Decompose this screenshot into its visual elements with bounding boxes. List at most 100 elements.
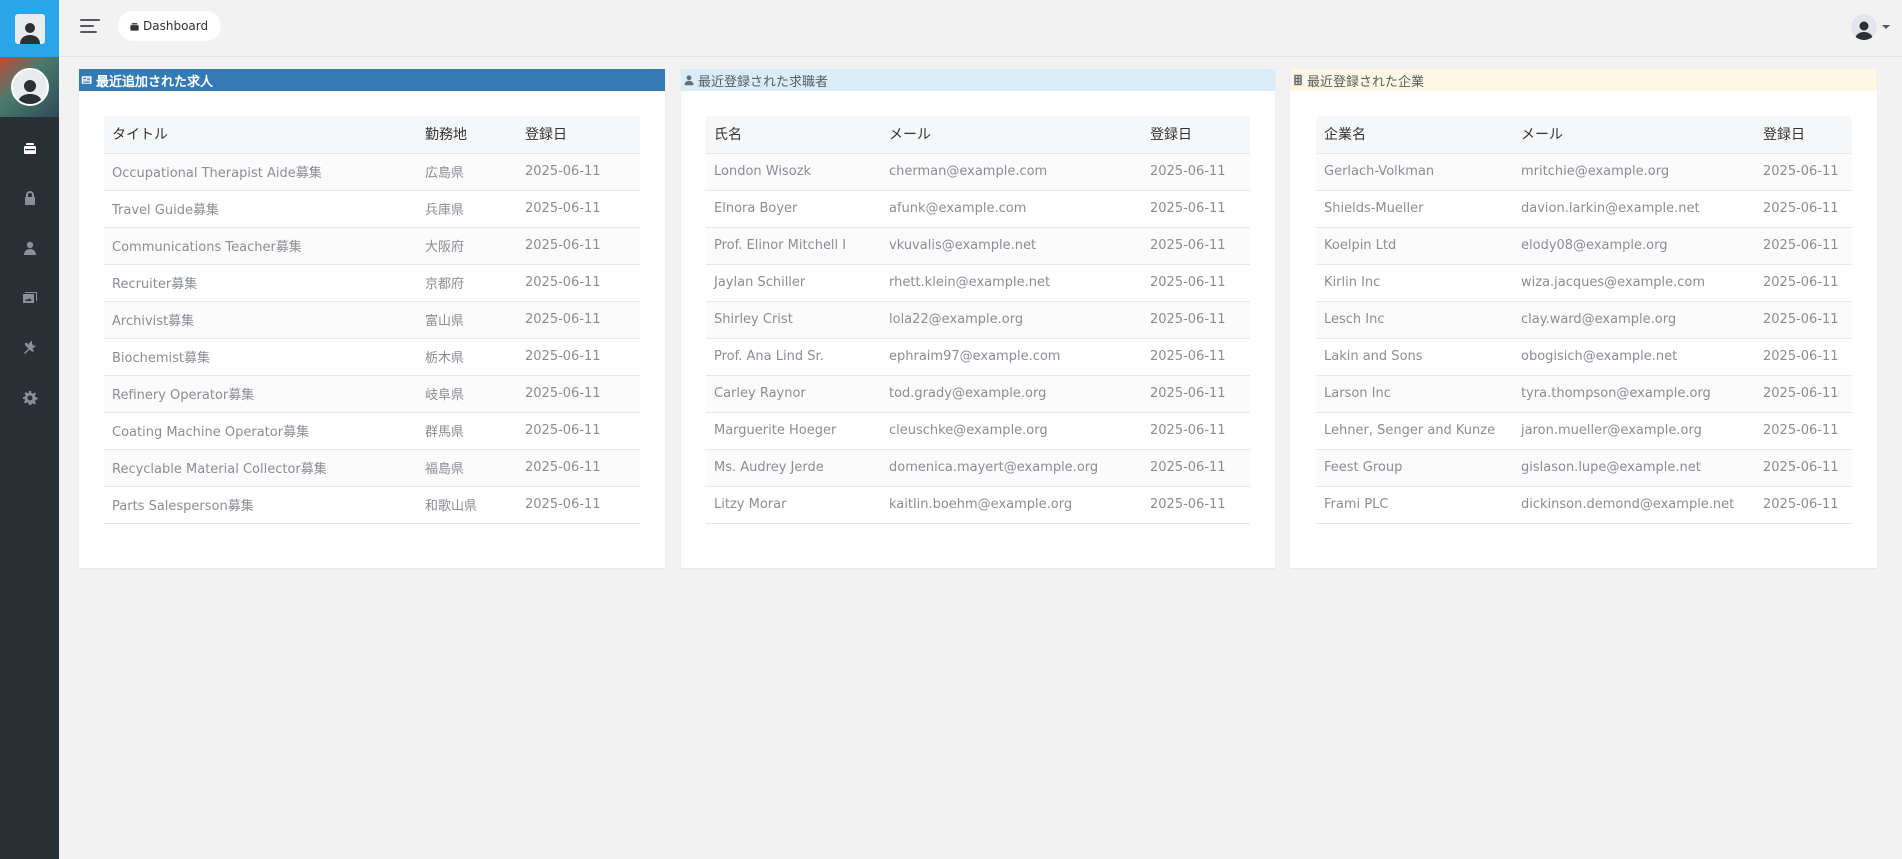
table-row[interactable]: Shields-Mueller davion.larkin@example.net… [1316,189,1852,227]
table-cell: 2025-06-11 [517,189,640,227]
lock-icon [24,191,35,205]
table-row[interactable]: Shirley Crist lola22@example.org 2025-06-1… [706,300,1250,338]
table-cell: 2025-06-11 [1755,411,1852,449]
table-cell: 2025-06-11 [1755,152,1852,190]
table-cell: wiza.jacques@example.com [1513,263,1755,301]
table-header-row: 氏名 メール 登録日 [706,116,1250,153]
breadcrumb[interactable]: Dashboard [118,11,222,41]
table-cell: davion.larkin@example.net [1513,189,1755,227]
table-row[interactable]: Marguerite Hoeger cleuschke@example.org 20… [706,411,1250,449]
panel-header: 最近登録された求職者 [681,69,1275,91]
sidebar-item-lock[interactable] [0,173,59,223]
table-row[interactable]: Parts Salesperson募集 和歌山県 2025-06-11 [104,485,640,524]
table-cell: 2025-06-11 [1142,374,1250,412]
table-header-row: 企業名 メール 登録日 [1316,116,1852,153]
table-row[interactable]: Lehner, Senger and Kunze jaron.mueller@ex… [1316,411,1852,449]
table-cell: 2025-06-11 [1755,337,1852,375]
table-row[interactable]: Coating Machine Operator募集 群馬県 2025-06-11 [104,411,640,449]
table-row[interactable]: Gerlach-Volkman mritchie@example.org 2025-… [1316,152,1852,190]
table-row[interactable]: Lakin and Sons obogisich@example.net 2025-… [1316,337,1852,375]
table-row[interactable]: Biochemist募集 栃木県 2025-06-11 [104,337,640,375]
table-row[interactable]: Travel Guide募集 兵庫県 2025-06-11 [104,189,640,227]
table-row[interactable]: Recruiter募集 京都府 2025-06-11 [104,263,640,301]
table-row[interactable]: Prof. Elinor Mitchell Ivkuvalis@example.… [706,226,1250,264]
table-row[interactable]: Jaylan Schiller rhett.klein@example.net 20… [706,263,1250,301]
table-row[interactable]: Larson Inc tyra.thompson@example.org 2025-… [1316,374,1852,412]
logo-avatar-icon [14,13,45,44]
table-row[interactable]: Ms. Audrey Jerde domenica.mayert@example.… [706,448,1250,486]
user-menu[interactable] [1851,14,1890,40]
sidebar-item-settings[interactable] [0,373,59,423]
table-cell: Frami PLC [1316,485,1513,524]
sidebar-item-images[interactable] [0,273,59,323]
sidebar-item-tools[interactable] [0,323,59,373]
table-cell: Occupational Therapist Aide募集 [104,152,417,190]
dashboard-icon [130,22,139,31]
table-row[interactable]: Archivist募集 富山県 2025-06-11 [104,300,640,338]
user-icon [684,75,694,86]
table-row[interactable]: Refinery Operator募集 岐阜県 2025-06-11 [104,374,640,412]
table-cell: 2025-06-11 [1142,263,1250,301]
table-cell: Lesch Inc [1316,300,1513,338]
table-row[interactable]: Feest Group gislason.lupe@example.net 2025… [1316,448,1852,486]
column-header: メール [881,116,1142,153]
menu-toggle-icon[interactable] [80,19,100,33]
tools-icon [23,341,36,354]
table-cell: Shirley Crist [706,300,881,338]
column-header: メール [1513,116,1755,153]
table-row[interactable]: Kirlin Inc wiza.jacques@example.com 2025-0… [1316,263,1852,301]
user-avatar[interactable] [10,68,49,106]
column-header: 企業名 [1316,116,1513,153]
sidebar-user-panel [0,57,59,117]
table-cell: 2025-06-11 [1142,485,1250,524]
table-cell: 和歌山県 [417,485,517,524]
table-row[interactable]: Occupational Therapist Aide募集 広島県 2025-06-… [104,152,640,190]
column-header: 氏名 [706,116,881,153]
table-cell: 広島県 [417,152,517,190]
table-row[interactable]: Carley Raynor tod.grady@example.org 2025-0… [706,374,1250,412]
table-row[interactable]: Prof. Ana Lind Sr. ephraim97@example.com 2… [706,337,1250,375]
table-cell: Larson Inc [1316,374,1513,412]
breadcrumb-label: Dashboard [143,19,209,33]
table-row[interactable]: Recyclable Material Collector募集 福島県 2025-0… [104,448,640,486]
table-cell: 福島県 [417,448,517,486]
user-avatar-icon [1851,14,1877,40]
table-row[interactable]: Litzy Morar kaitlin.boehm@example.org 2025… [706,485,1250,524]
images-icon [22,292,37,303]
table-cell: afunk@example.com [881,189,1142,227]
table-cell: Kirlin Inc [1316,263,1513,301]
table-cell: Communications Teacher募集 [104,226,417,264]
table-row[interactable]: Koelpin Ltd elody08@example.org 2025-06-11 [1316,226,1852,264]
table-cell: domenica.mayert@example.org [881,448,1142,486]
companies-table: 企業名 メール 登録日 Gerlach-Volkman mritchie@exam… [1316,116,1852,524]
table-row[interactable]: Frami PLC dickinson.demond@example.net 202… [1316,485,1852,524]
building-icon [1294,74,1302,86]
table-cell: 岐阜県 [417,374,517,412]
table-cell: Ms. Audrey Jerde [706,448,881,486]
table-row[interactable]: London Wisozk cherman@example.com 2025-06-… [706,152,1250,190]
table-cell: Prof. Ana Lind Sr. [706,337,881,375]
table-cell: 2025-06-11 [517,337,640,375]
table-cell: tod.grady@example.org [881,374,1142,412]
table-cell: 富山県 [417,300,517,338]
table-cell: Gerlach-Volkman [1316,152,1513,190]
table-cell: 2025-06-11 [1755,300,1852,338]
table-cell: rhett.klein@example.net [881,263,1142,301]
table-row[interactable]: Lesch Inc clay.ward@example.org 2025-06-11 [1316,300,1852,338]
recent-seekers-panel: 最近登録された求職者 氏名 メール 登録日 London Wisozk cherm… [681,69,1275,568]
table-cell: 栃木県 [417,337,517,375]
column-header: 登録日 [1142,116,1250,153]
newspaper-icon [81,76,92,84]
column-header: 勤務地 [417,116,517,153]
sidebar-item-user[interactable] [0,223,59,273]
app-logo[interactable] [0,0,59,57]
table-cell: 2025-06-11 [1142,337,1250,375]
table-row[interactable]: Communications Teacher募集 大阪府 2025-06-11 [104,226,640,264]
table-cell: London Wisozk [706,152,881,190]
table-cell: Refinery Operator募集 [104,374,417,412]
table-cell: kaitlin.boehm@example.org [881,485,1142,524]
table-cell: vkuvalis@example.net [881,226,1142,264]
table-cell: 2025-06-11 [517,263,640,301]
table-row[interactable]: Elnora Boyer afunk@example.com 2025-06-11 [706,189,1250,227]
sidebar-item-dashboard[interactable] [0,123,59,173]
